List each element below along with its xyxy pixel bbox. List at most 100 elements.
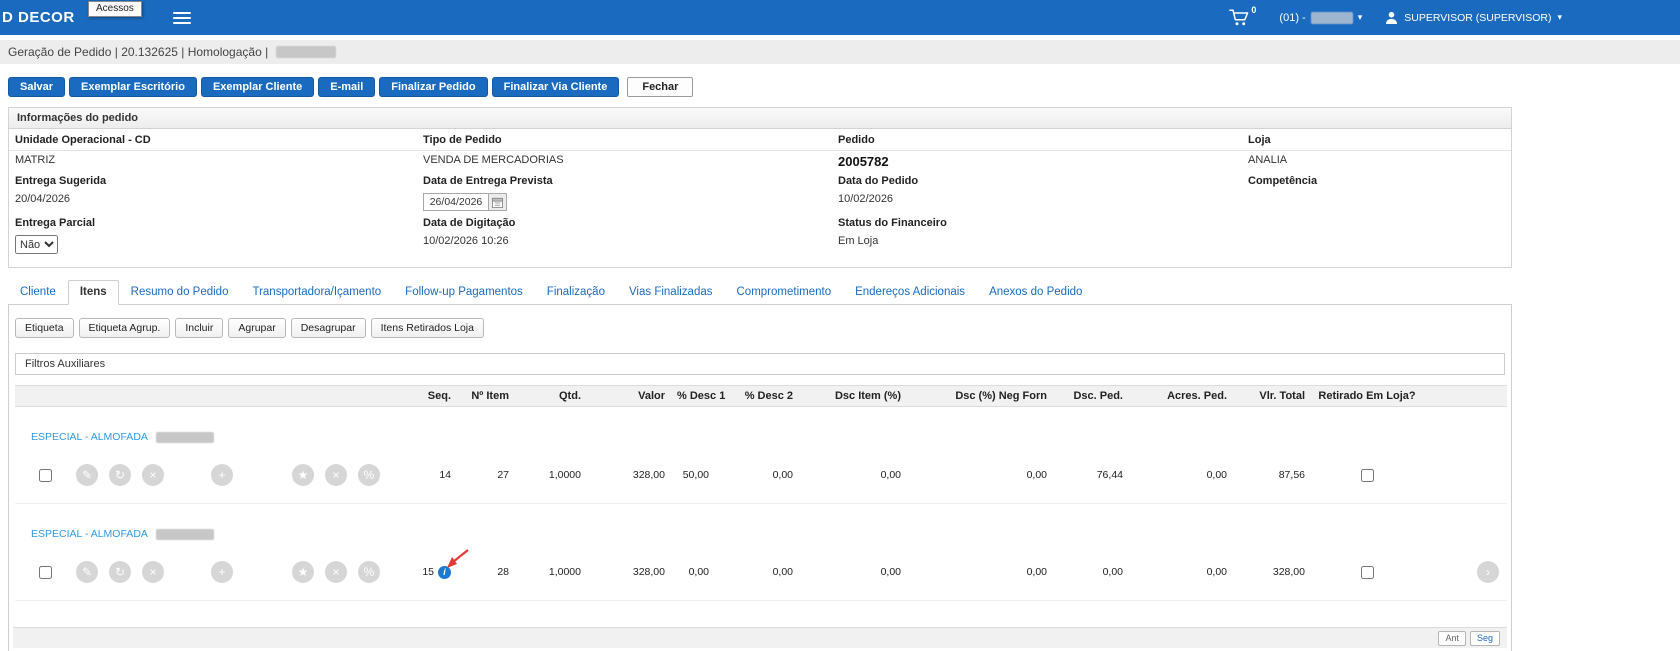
value-financial-status: Em Loja xyxy=(832,232,1242,257)
auxiliary-filters-header[interactable]: Filtros Auxiliares xyxy=(15,353,1505,375)
header-vlr-total: Vlr. Total xyxy=(1233,386,1311,407)
more-icon[interactable]: › xyxy=(1477,561,1499,583)
delete-icon[interactable]: × xyxy=(142,464,164,486)
edit-icon[interactable]: ✎ xyxy=(76,464,98,486)
tab-anexos-do-pedido[interactable]: Anexos do Pedido xyxy=(977,280,1094,304)
etiqueta-agrup-button[interactable]: Etiqueta Agrup. xyxy=(79,318,171,338)
cell-desc1: 0,00 xyxy=(671,544,715,601)
add-icon[interactable]: + xyxy=(211,464,233,486)
partial-delivery-select[interactable]: Não xyxy=(15,235,58,254)
header-actions xyxy=(15,386,413,407)
app-logo: D DECOR xyxy=(2,9,75,26)
copy-icon[interactable]: ↻ xyxy=(109,561,131,583)
store-selector-dropdown[interactable]: (01) - ▾ xyxy=(1279,12,1362,24)
retirado-em-loja-checkbox[interactable] xyxy=(1361,566,1374,579)
previous-page-button[interactable]: Ant xyxy=(1438,631,1466,646)
edit-icon[interactable]: ✎ xyxy=(76,561,98,583)
star-icon[interactable]: ★ xyxy=(292,561,314,583)
etiqueta-button[interactable]: Etiqueta xyxy=(15,318,74,338)
user-label: SUPERVISOR (SUPERVISOR) xyxy=(1404,12,1551,24)
group-header-row: ESPECIAL - ALMOFADA xyxy=(15,504,1507,545)
retirado-em-loja-checkbox[interactable] xyxy=(1361,469,1374,482)
item-row: ✎ ↻ × + ★ × % 15 xyxy=(15,544,1507,601)
add-icon[interactable]: + xyxy=(211,561,233,583)
cell-desc2: 0,00 xyxy=(715,544,799,601)
label-order-number: Pedido xyxy=(832,131,1242,151)
cell-qtd: 1,0000 xyxy=(515,447,587,504)
hamburger-menu-icon[interactable] xyxy=(173,12,191,24)
items-table: Seq. Nº Item Qtd. Valor % Desc 1 % Desc … xyxy=(15,385,1507,601)
value-operational-unit: MATRIZ xyxy=(9,151,417,172)
desagrupar-button[interactable]: Desagrupar xyxy=(291,318,366,338)
close-button[interactable]: Fechar xyxy=(627,77,693,97)
discount-icon[interactable]: % xyxy=(358,464,380,486)
cell-desc2: 0,00 xyxy=(715,447,799,504)
value-store: ANALIA xyxy=(1242,151,1511,172)
header-num-item: Nº Item xyxy=(457,386,515,407)
delete-icon[interactable]: × xyxy=(142,561,164,583)
tab-comprometimento[interactable]: Comprometimento xyxy=(725,280,844,304)
redacted-text xyxy=(1311,12,1353,24)
tab-resumo-do-pedido[interactable]: Resumo do Pedido xyxy=(119,280,241,304)
value-order-type: VENDA DE MERCADORIAS xyxy=(417,151,832,172)
item-actions-row: Etiqueta Etiqueta Agrup. Incluir Agrupar… xyxy=(9,305,1511,340)
cancel-icon[interactable]: × xyxy=(325,561,347,583)
label-operational-unit: Unidade Operacional - CD xyxy=(9,131,417,151)
label-store: Loja xyxy=(1242,131,1511,151)
client-copy-button[interactable]: Exemplar Cliente xyxy=(201,77,314,97)
save-button[interactable]: Salvar xyxy=(8,77,65,97)
cell-dsc-ped: 0,00 xyxy=(1053,544,1129,601)
email-button[interactable]: E-mail xyxy=(318,77,375,97)
cell-acres-ped: 0,00 xyxy=(1129,447,1233,504)
info-icon[interactable]: i xyxy=(438,566,451,579)
calendar-icon[interactable] xyxy=(488,194,506,210)
value-order-number: 2005782 xyxy=(832,151,1242,172)
user-icon xyxy=(1385,11,1398,24)
cell-seq: 14 xyxy=(413,447,457,504)
breadcrumb: Geração de Pedido | 20.132625 | Homologa… xyxy=(8,45,268,59)
finalize-order-button[interactable]: Finalizar Pedido xyxy=(379,77,487,97)
tab-itens[interactable]: Itens xyxy=(68,280,119,305)
tab-cliente[interactable]: Cliente xyxy=(8,280,68,304)
row-select-checkbox[interactable] xyxy=(39,566,52,579)
next-page-button[interactable]: Seg xyxy=(1470,631,1500,646)
order-info-grid: Unidade Operacional - CD Tipo de Pedido … xyxy=(9,129,1511,267)
cancel-icon[interactable]: × xyxy=(325,464,347,486)
cell-desc1: 50,00 xyxy=(671,447,715,504)
cell-dsc-ped: 76,44 xyxy=(1053,447,1129,504)
office-copy-button[interactable]: Exemplar Escritório xyxy=(69,77,197,97)
row-select-checkbox[interactable] xyxy=(39,469,52,482)
cell-acres-ped: 0,00 xyxy=(1129,544,1233,601)
header-acres-ped: Acres. Ped. xyxy=(1129,386,1233,407)
user-menu-dropdown[interactable]: SUPERVISOR (SUPERVISOR) ▾ xyxy=(1385,11,1562,24)
redacted-text xyxy=(276,46,336,58)
order-tabs: Cliente Itens Resumo do Pedido Transport… xyxy=(8,280,1512,304)
finalize-via-client-button[interactable]: Finalizar Via Cliente xyxy=(492,77,620,97)
cell-valor: 328,00 xyxy=(587,544,671,601)
copy-icon[interactable]: ↻ xyxy=(109,464,131,486)
cart-icon xyxy=(1229,8,1250,27)
star-icon[interactable]: ★ xyxy=(292,464,314,486)
redacted-text xyxy=(156,529,214,540)
header-seq: Seq. xyxy=(413,386,457,407)
tab-finalizacao[interactable]: Finalização xyxy=(535,280,617,304)
breadcrumb-bar: Geração de Pedido | 20.132625 | Homologa… xyxy=(0,40,1680,64)
label-order-type: Tipo de Pedido xyxy=(417,131,832,151)
expected-delivery-date-input[interactable] xyxy=(424,194,488,210)
tab-follow-up-pagamentos[interactable]: Follow-up Pagamentos xyxy=(393,280,535,304)
top-navigation-bar: D DECOR Acessos 0 (01) - ▾ SUPERVISOR (S… xyxy=(0,0,1680,35)
group-link[interactable]: ESPECIAL - ALMOFADA xyxy=(31,431,148,443)
cell-num-item: 28 xyxy=(457,544,515,601)
tab-enderecos-adicionais[interactable]: Endereços Adicionais xyxy=(843,280,977,304)
tab-vias-finalizadas[interactable]: Vias Finalizadas xyxy=(617,280,725,304)
table-pagination-bar: Ant Seg xyxy=(13,627,1507,648)
agrupar-button[interactable]: Agrupar xyxy=(228,318,285,338)
incluir-button[interactable]: Incluir xyxy=(175,318,223,338)
cart-button[interactable]: 0 xyxy=(1229,8,1256,27)
group-link[interactable]: ESPECIAL - ALMOFADA xyxy=(31,528,148,540)
header-tail xyxy=(1423,386,1507,407)
item-row: ✎ ↻ × + ★ × % 14 27 1,0000 xyxy=(15,447,1507,504)
tab-transportadora-icamento[interactable]: Transportadora/Içamento xyxy=(240,280,393,304)
discount-icon[interactable]: % xyxy=(358,561,380,583)
itens-retirados-loja-button[interactable]: Itens Retirados Loja xyxy=(371,318,484,338)
